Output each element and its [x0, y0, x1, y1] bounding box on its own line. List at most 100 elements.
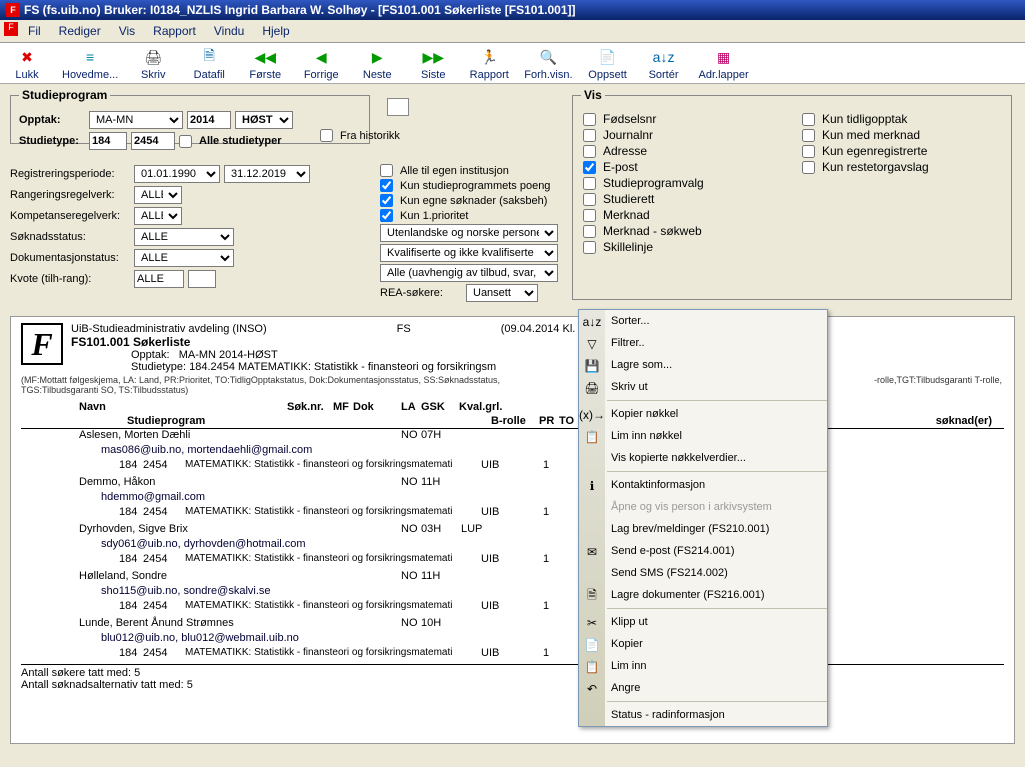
- vis-check[interactable]: [583, 177, 596, 190]
- vis-studieprogramvalg[interactable]: Studieprogramvalg: [583, 176, 782, 190]
- vis-merknadskweb[interactable]: Merknad - søkweb: [583, 224, 782, 238]
- ctx-kontaktinformasjon[interactable]: ℹKontaktinformasjon: [579, 474, 827, 496]
- f4-check[interactable]: [380, 209, 393, 222]
- tb-forrige[interactable]: ◀Forrige: [300, 47, 342, 81]
- col-la: LA: [401, 401, 416, 413]
- dd1[interactable]: Utenlandske og norske personer: [380, 224, 558, 242]
- st1-input[interactable]: [89, 132, 127, 150]
- rea-select[interactable]: Uansett: [466, 284, 538, 302]
- f3-check[interactable]: [380, 194, 393, 207]
- vis-check[interactable]: [583, 113, 596, 126]
- komp-select[interactable]: ALLE: [134, 207, 182, 225]
- vis-check[interactable]: [802, 161, 815, 174]
- vis-check[interactable]: [583, 193, 596, 206]
- ctx-lagresom[interactable]: 💾Lagre som...: [579, 354, 827, 376]
- vis-merknad[interactable]: Merknad: [583, 208, 782, 222]
- ctx-icon: ✉: [583, 543, 601, 561]
- vis-kunrestetorgavslag[interactable]: Kun restetorgavslag: [802, 160, 1001, 174]
- menu-fil[interactable]: Fil: [20, 22, 49, 40]
- ctx-liminnnkkel[interactable]: 📋Lim inn nøkkel: [579, 425, 827, 447]
- opptak-select[interactable]: MA-MN: [89, 111, 183, 129]
- ctx-kopier[interactable]: 📄Kopier: [579, 633, 827, 655]
- record-row[interactable]: Dyrhovden, Sigve BrixNO03HLUPsdy061@uib.…: [21, 523, 1004, 568]
- term-select[interactable]: HØST: [235, 111, 293, 129]
- tb-rapport[interactable]: 🏃Rapport: [468, 47, 510, 81]
- reg-to[interactable]: 31.12.2019: [224, 165, 310, 183]
- f1-lbl: Alle til egen institusjon: [400, 165, 509, 177]
- tb-siste[interactable]: ▶▶Siste: [412, 47, 454, 81]
- vis-studierett[interactable]: Studierett: [583, 192, 782, 206]
- vis-adresse[interactable]: Adresse: [583, 144, 782, 158]
- sstat-select[interactable]: ALLE: [134, 228, 234, 246]
- menu-rapport[interactable]: Rapport: [145, 22, 204, 40]
- tb-forhvisn[interactable]: 🔍Forh.visn.: [524, 47, 572, 81]
- tb-neste[interactable]: ▶Neste: [356, 47, 398, 81]
- ctx-filtrer[interactable]: ▽Filtrer..: [579, 332, 827, 354]
- record-row[interactable]: Aslesen, Morten DæhliNO07Hmas086@uib.no,…: [21, 429, 1004, 474]
- tb-sortr[interactable]: a↓zSortér: [643, 47, 685, 81]
- tb-oppsett[interactable]: 📄Oppsett: [587, 47, 629, 81]
- title-bar: F FS (fs.uib.no) Bruker: I0184_NZLIS Ing…: [0, 0, 1025, 20]
- tb-adrlapper[interactable]: ▦Adr.lapper: [699, 47, 749, 81]
- vis-check[interactable]: [583, 241, 596, 254]
- dstat-select[interactable]: ALLE: [134, 249, 234, 267]
- app-icon: F: [6, 3, 20, 17]
- reg-from[interactable]: 01.01.1990: [134, 165, 220, 183]
- vis-check[interactable]: [583, 209, 596, 222]
- tb-hovedme[interactable]: ≡Hovedme...: [62, 47, 118, 81]
- vis-epost[interactable]: E-post: [583, 160, 782, 174]
- vis-check[interactable]: [802, 145, 815, 158]
- vis-check[interactable]: [583, 145, 596, 158]
- ctx-skrivut[interactable]: 🖨Skriv ut: [579, 376, 827, 398]
- vis-skillelinje[interactable]: Skillelinje: [583, 240, 782, 254]
- alle-studietyper-check[interactable]: [179, 135, 192, 148]
- ctx-lagbrevmeldingerfs[interactable]: Lag brev/meldinger (FS210.001): [579, 518, 827, 540]
- menu-vis[interactable]: Vis: [111, 22, 143, 40]
- menu-rediger[interactable]: Rediger: [51, 22, 109, 40]
- record-row[interactable]: Hølleland, SondreNO11Hsho115@uib.no, son…: [21, 570, 1004, 615]
- year-input[interactable]: [187, 111, 231, 129]
- ctx-angre[interactable]: ↶Angre: [579, 677, 827, 699]
- menu-vindu[interactable]: Vindu: [206, 22, 252, 40]
- ctx-viskopiertenkkelverd[interactable]: Vis kopierte nøkkelverdier...: [579, 447, 827, 469]
- tb-skriv[interactable]: 🖨Skriv: [132, 47, 174, 81]
- vis-check[interactable]: [583, 161, 596, 174]
- ctx-klipput[interactable]: ✂Klipp ut: [579, 611, 827, 633]
- st2-input[interactable]: [131, 132, 175, 150]
- vis-journalnr[interactable]: Journalnr: [583, 128, 782, 142]
- col-mf: MF: [333, 401, 349, 413]
- doc-preview-icon[interactable]: [387, 98, 409, 116]
- kvote-extra[interactable]: [188, 270, 216, 288]
- dd3[interactable]: Alle (uavhengig av tilbud, svar, ..): [380, 264, 558, 282]
- dd2[interactable]: Kvalifiserte og ikke kvalifiserte: [380, 244, 558, 262]
- vis-check[interactable]: [583, 129, 596, 142]
- col-sok: søknad(er): [936, 415, 992, 427]
- ctx-liminn[interactable]: 📋Lim inn: [579, 655, 827, 677]
- menu-hjelp[interactable]: Hjelp: [254, 22, 297, 40]
- ctx-pneogvispersoniarkiv: Åpne og vis person i arkivsystem: [579, 496, 827, 518]
- vis-kunmedmerknad[interactable]: Kun med merknad: [802, 128, 1001, 142]
- tb-frste[interactable]: ◀◀Første: [244, 47, 286, 81]
- ctx-statusradinformasjon[interactable]: Status - radinformasjon: [579, 704, 827, 726]
- vis-check[interactable]: [802, 129, 815, 142]
- ctx-kopiernkkel[interactable]: (x)→Kopier nøkkel: [579, 403, 827, 425]
- record-row[interactable]: Demmo, HåkonNO11Hhdemmo@gmail.com1842454…: [21, 476, 1004, 521]
- f1-check[interactable]: [380, 164, 393, 177]
- vis-kunegenregistrerte[interactable]: Kun egenregistrerte: [802, 144, 1001, 158]
- tb-datafil[interactable]: 🗎Datafil: [188, 47, 230, 81]
- vis-check[interactable]: [583, 225, 596, 238]
- kvote-input[interactable]: [134, 270, 184, 288]
- vis-check[interactable]: [802, 113, 815, 126]
- ctx-icon: 📋: [583, 658, 601, 676]
- ctx-sendepostfs[interactable]: ✉Send e-post (FS214.001): [579, 540, 827, 562]
- fra-historikk-check[interactable]: [320, 129, 333, 142]
- vis-kuntidligopptak[interactable]: Kun tidligopptak: [802, 112, 1001, 126]
- tb-lukk[interactable]: ✖Lukk: [6, 47, 48, 81]
- ctx-sendsmsfs[interactable]: Send SMS (FS214.002): [579, 562, 827, 584]
- record-row[interactable]: Lunde, Berent Ånund StrømnesNO10Hblu012@…: [21, 617, 1004, 662]
- rang-select[interactable]: ALLE: [134, 186, 182, 204]
- ctx-sorter[interactable]: a↓zSorter...: [579, 310, 827, 332]
- f2-check[interactable]: [380, 179, 393, 192]
- ctx-lagredokumenterfs[interactable]: 🗎Lagre dokumenter (FS216.001): [579, 584, 827, 606]
- vis-fdselsnr[interactable]: Fødselsnr: [583, 112, 782, 126]
